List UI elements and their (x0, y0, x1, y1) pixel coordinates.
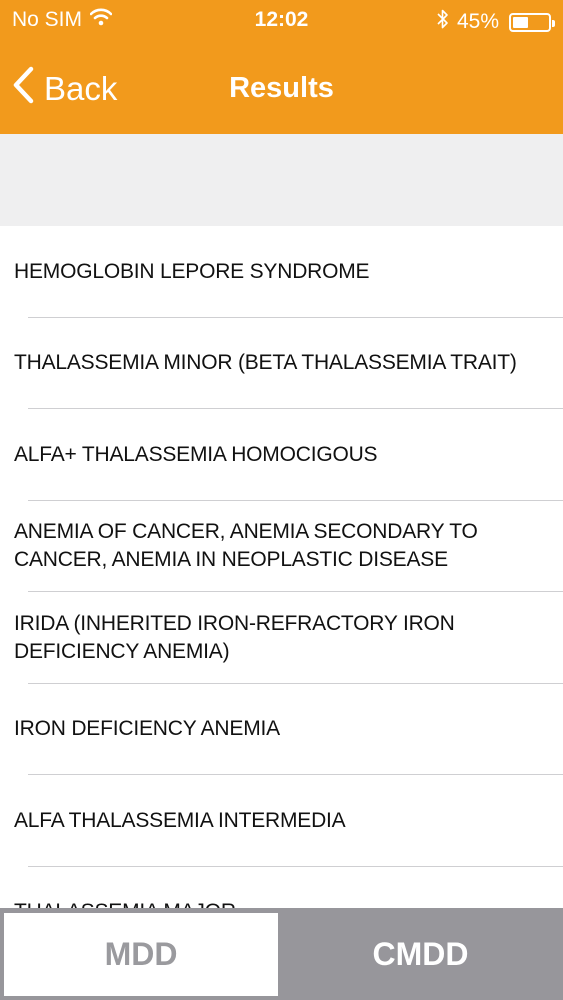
bottom-tab-bar: MDD CMDD (0, 908, 563, 1000)
list-item-label: THALASSEMIA MAJOR (14, 898, 236, 908)
battery-icon (509, 12, 555, 32)
tab-mdd[interactable]: MDD (4, 913, 278, 996)
list-item-label: IRIDA (INHERITED IRON-REFRACTORY IRON DE… (14, 611, 455, 663)
list-item[interactable]: THALASSEMIA MINOR (BETA THALASSEMIA TRAI… (0, 318, 563, 410)
battery-nub (552, 19, 555, 27)
battery-level-fill (513, 16, 529, 28)
list-item[interactable]: IRON DEFICIENCY ANEMIA (0, 684, 563, 776)
status-right: 45% (437, 8, 555, 36)
list-item-label: ALFA THALASSEMIA INTERMEDIA (14, 808, 346, 832)
list-item[interactable]: ALFA+ THALASSEMIA HOMOCIGOUS (0, 409, 563, 501)
list-item[interactable]: THALASSEMIA MAJOR (0, 867, 563, 908)
app-header: No SIM 12:02 45% Back Results (0, 0, 563, 134)
status-bar: No SIM 12:02 45% (0, 0, 563, 44)
list-item-label: HEMOGLOBIN LEPORE SYNDROME (14, 259, 370, 283)
results-list[interactable]: HEMOGLOBIN LEPORE SYNDROME THALASSEMIA M… (0, 226, 563, 908)
battery-percent: 45% (456, 10, 499, 33)
tab-cmdd[interactable]: CMDD (278, 908, 563, 1000)
list-item-label: THALASSEMIA MINOR (BETA THALASSEMIA TRAI… (14, 351, 517, 375)
list-item-label: IRON DEFICIENCY ANEMIA (14, 717, 280, 741)
list-item-label: ALFA+ THALASSEMIA HOMOCIGOUS (14, 442, 378, 466)
search-band (0, 134, 563, 226)
page-title: Results (229, 72, 334, 104)
list-item-label: ANEMIA OF CANCER, ANEMIA SECONDARY TO CA… (14, 520, 478, 572)
list-item[interactable]: ALFA THALASSEMIA INTERMEDIA (0, 775, 563, 867)
list-item[interactable]: IRIDA (INHERITED IRON-REFRACTORY IRON DE… (0, 592, 563, 684)
bluetooth-icon (437, 8, 449, 36)
list-item[interactable]: ANEMIA OF CANCER, ANEMIA SECONDARY TO CA… (0, 501, 563, 593)
navigation-bar: Back Results (0, 44, 563, 134)
list-item[interactable]: HEMOGLOBIN LEPORE SYNDROME (0, 226, 563, 318)
